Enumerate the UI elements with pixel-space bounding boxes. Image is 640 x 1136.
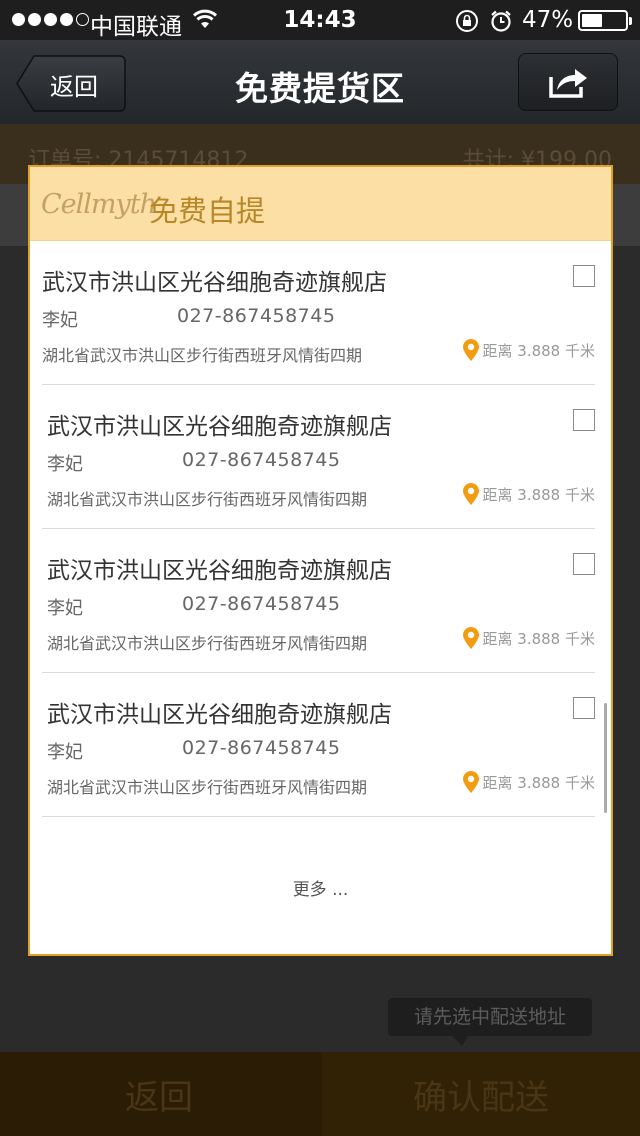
dialog-header: Cellmyth 免费自提: [30, 167, 611, 241]
store-select-checkbox[interactable]: [573, 697, 595, 719]
pickup-store-dialog: Cellmyth 免费自提 武汉市洪山区光谷细胞奇迹旗舰店 李妃 027-867…: [28, 165, 613, 956]
store-name: 武汉市洪山区光谷细胞奇迹旗舰店: [47, 414, 392, 440]
toast-tail: [452, 1036, 468, 1046]
location-pin-icon: [462, 483, 479, 505]
battery-level-fill: [582, 14, 602, 27]
store-distance: 距离 3.888 千米: [462, 339, 595, 361]
store-phone: 027-867458745: [177, 305, 336, 327]
store-contact: 李妃: [47, 598, 83, 619]
store-list-item[interactable]: 武汉市洪山区光谷细胞奇迹旗舰店 李妃 027-867458745 湖北省武汉市洪…: [42, 673, 595, 817]
store-name: 武汉市洪山区光谷细胞奇迹旗舰店: [47, 558, 392, 584]
store-address: 湖北省武汉市洪山区步行街西班牙风情街四期: [47, 778, 368, 797]
store-contact: 李妃: [47, 454, 83, 475]
store-distance-label: 距离 3.888 千米: [482, 341, 595, 360]
battery-percent: 47%: [522, 7, 574, 33]
store-list-item[interactable]: 武汉市洪山区光谷细胞奇迹旗舰店 李妃 027-867458745 湖北省武汉市洪…: [42, 529, 595, 673]
dialog-title: 免费自提: [149, 194, 266, 228]
store-distance-label: 距离 3.888 千米: [482, 485, 595, 504]
store-select-checkbox[interactable]: [573, 553, 595, 575]
store-select-checkbox[interactable]: [573, 409, 595, 431]
store-address: 湖北省武汉市洪山区步行街西班牙风情街四期: [42, 346, 363, 365]
toast-message: 请先选中配送地址: [388, 998, 592, 1036]
store-list: 武汉市洪山区光谷细胞奇迹旗舰店 李妃 027-867458745 湖北省武汉市洪…: [30, 241, 611, 817]
bottom-action-bar: 返回 确认配送: [0, 1052, 640, 1136]
brand-logo: Cellmyth: [41, 189, 157, 220]
share-icon: [549, 69, 587, 98]
store-address: 湖北省武汉市洪山区步行街西班牙风情街四期: [47, 490, 368, 509]
store-distance: 距离 3.888 千米: [462, 483, 595, 505]
rotation-lock-icon: [456, 10, 478, 32]
store-contact: 李妃: [47, 742, 83, 763]
store-distance: 距离 3.888 千米: [462, 771, 595, 793]
store-address: 湖北省武汉市洪山区步行街西班牙风情街四期: [47, 634, 368, 653]
store-name: 武汉市洪山区光谷细胞奇迹旗舰店: [42, 270, 387, 296]
scrollbar[interactable]: [604, 703, 607, 813]
store-list-item[interactable]: 武汉市洪山区光谷细胞奇迹旗舰店 李妃 027-867458745 湖北省武汉市洪…: [42, 385, 595, 529]
store-list-item[interactable]: 武汉市洪山区光谷细胞奇迹旗舰店 李妃 027-867458745 湖北省武汉市洪…: [42, 241, 595, 385]
bottom-back-button[interactable]: 返回: [0, 1052, 318, 1136]
confirm-delivery-button[interactable]: 确认配送: [322, 1052, 640, 1136]
location-pin-icon: [462, 627, 479, 649]
location-pin-icon: [462, 771, 479, 793]
battery-icon: [578, 10, 632, 31]
navigation-bar: 返回 免费提货区: [0, 40, 640, 124]
alarm-icon: [491, 10, 511, 32]
store-name: 武汉市洪山区光谷细胞奇迹旗舰店: [47, 702, 392, 728]
store-distance-label: 距离 3.888 千米: [482, 773, 595, 792]
store-phone: 027-867458745: [182, 593, 341, 615]
store-select-checkbox[interactable]: [573, 265, 595, 287]
share-button[interactable]: [518, 53, 618, 111]
store-phone: 027-867458745: [182, 737, 341, 759]
store-distance: 距离 3.888 千米: [462, 627, 595, 649]
store-phone: 027-867458745: [182, 449, 341, 471]
location-pin-icon: [462, 339, 479, 361]
load-more-link[interactable]: 更多 ...: [30, 875, 611, 900]
status-bar: 中国联通 14:43 47%: [0, 0, 640, 40]
store-distance-label: 距离 3.888 千米: [482, 629, 595, 648]
store-contact: 李妃: [42, 310, 78, 331]
